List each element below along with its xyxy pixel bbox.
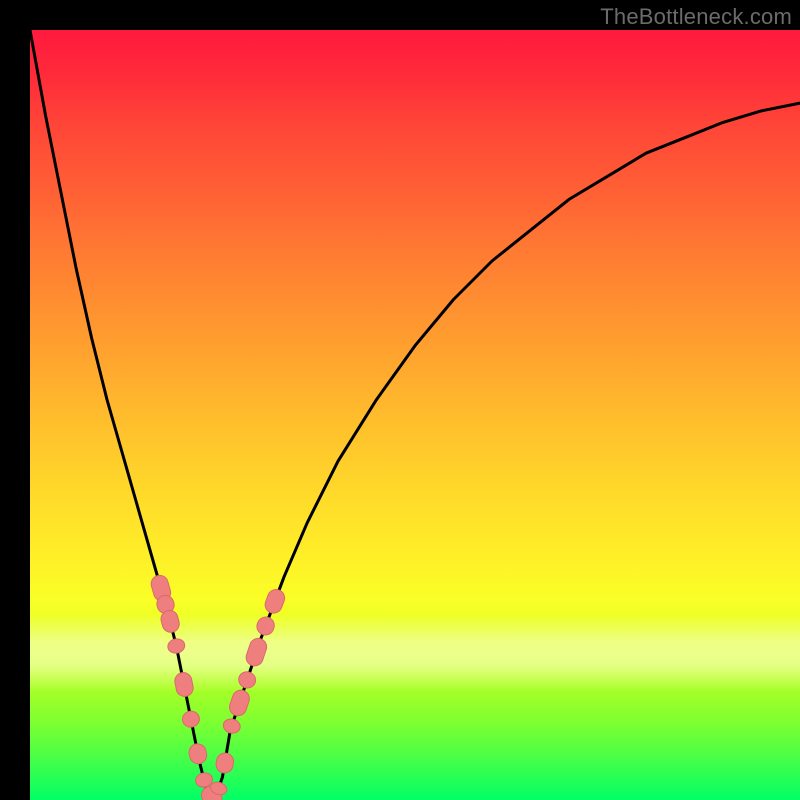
watermark-text: TheBottleneck.com: [600, 4, 792, 30]
curve-marker: [237, 670, 258, 691]
curve-marker: [181, 710, 201, 729]
curve-marker: [263, 587, 287, 615]
curve-marker: [166, 637, 186, 654]
curve-marker: [255, 615, 277, 638]
curve-marker: [215, 752, 235, 775]
curve-marker: [173, 671, 194, 698]
curve-marker: [244, 636, 269, 668]
plot-area: [30, 30, 800, 800]
bottleneck-curve-layer: [30, 30, 800, 800]
curve-marker: [187, 742, 208, 765]
curve-marker: [222, 717, 242, 735]
chart-frame: TheBottleneck.com: [0, 0, 800, 800]
bottleneck-curve: [30, 30, 800, 800]
curve-marker: [227, 688, 251, 718]
